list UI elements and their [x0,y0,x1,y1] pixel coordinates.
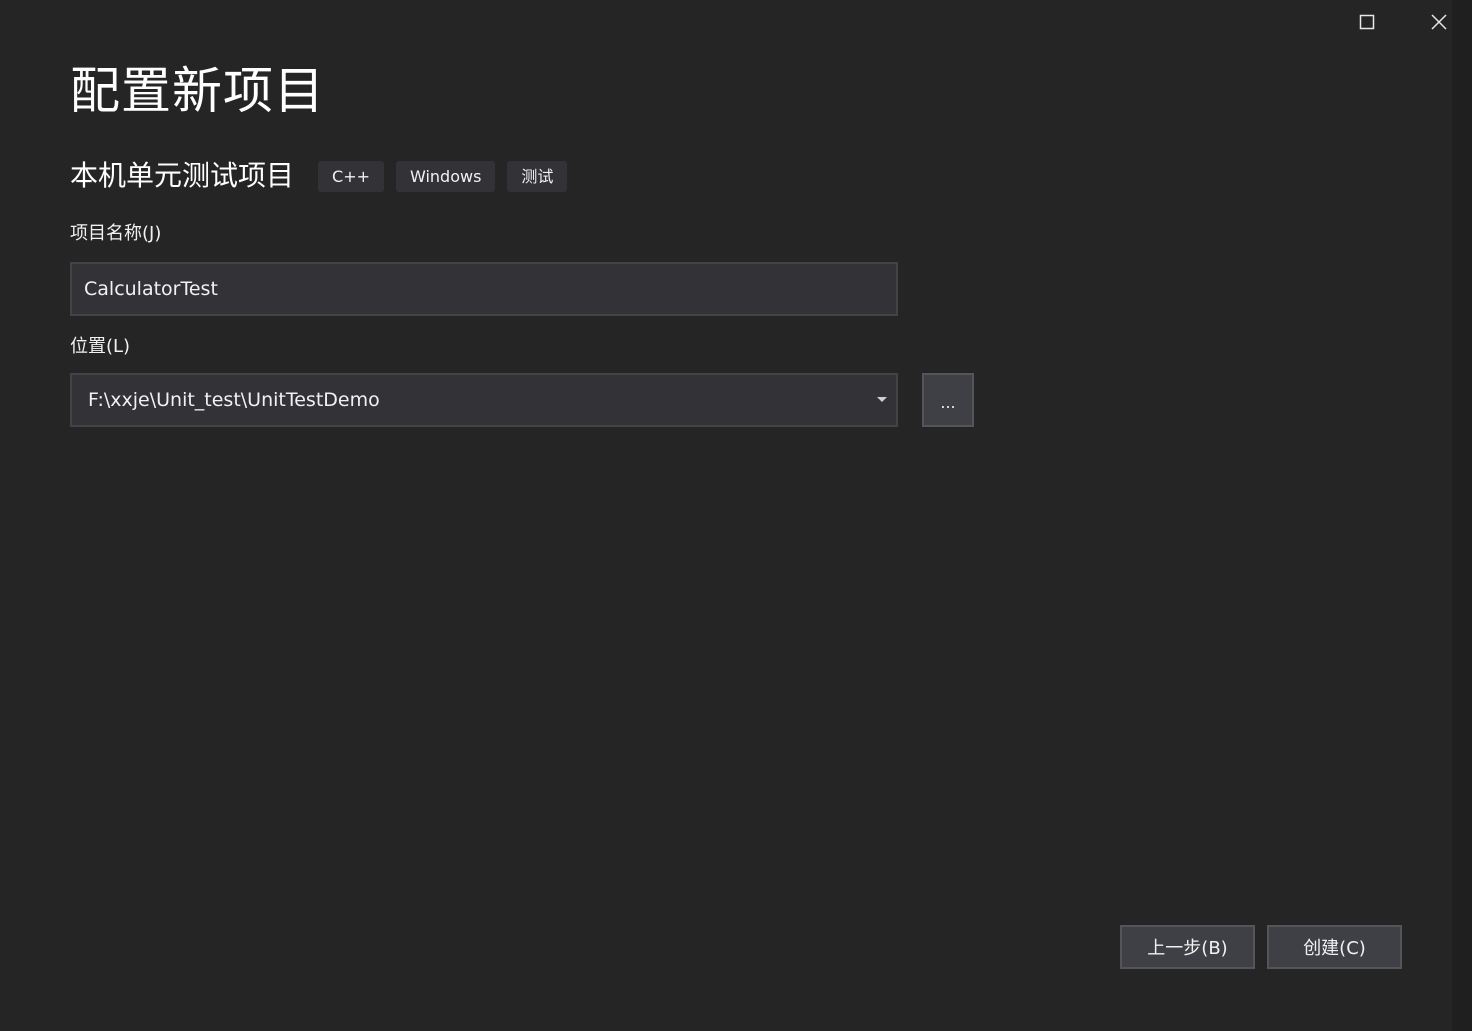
configure-project-window: 配置新项目 本机单元测试项目 C++ Windows 测试 项目名称(J) 位置… [0,0,1472,1031]
location-combobox[interactable]: F:\xxje\Unit_test\UnitTestDemo [70,373,898,427]
template-info: 本机单元测试项目 C++ Windows 测试 [70,156,579,196]
location-label: 位置(L) [70,336,131,357]
create-button[interactable]: 创建(C) [1267,925,1402,969]
location-value[interactable]: F:\xxje\Unit_test\UnitTestDemo [72,389,868,411]
template-name: 本机单元测试项目 [70,159,295,192]
close-icon [1431,14,1447,30]
maximize-icon [1359,14,1375,30]
browse-button[interactable]: ... [922,373,974,427]
close-button[interactable] [1416,4,1462,40]
tag-platform: Windows [396,160,496,192]
tag-language: C++ [318,160,384,192]
window-edge [1452,0,1472,1031]
tag-project-type: 测试 [507,160,568,192]
project-name-label: 项目名称(J) [70,223,162,244]
location-dropdown-button[interactable] [868,375,896,425]
back-button[interactable]: 上一步(B) [1120,925,1255,969]
project-name-input[interactable] [70,262,898,316]
chevron-down-icon [877,397,887,402]
page-title: 配置新项目 [70,62,325,120]
maximize-button[interactable] [1344,4,1390,40]
